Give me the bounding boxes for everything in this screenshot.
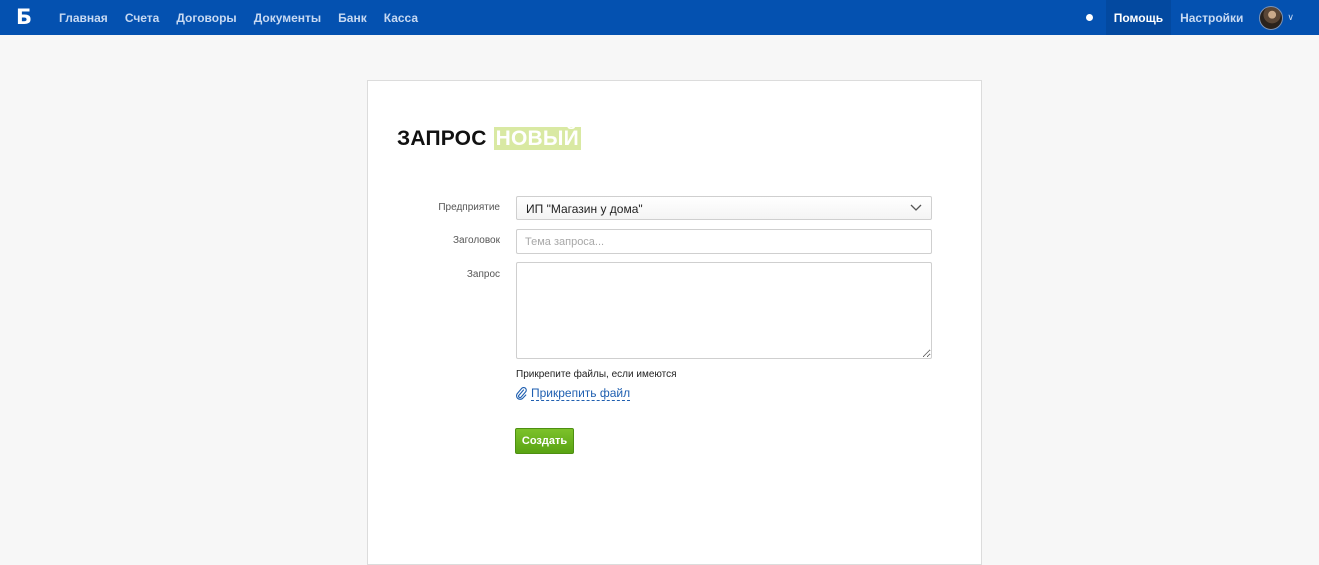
request-label: Запрос — [466, 269, 500, 280]
attach-file-link-label: Прикрепить файл — [531, 386, 631, 401]
avatar[interactable] — [1259, 5, 1284, 30]
status-badge: НОВЫЙ — [493, 127, 581, 150]
page-title-text: ЗАПРОС — [397, 127, 487, 150]
chevron-down-icon[interactable]: ∨ — [1287, 12, 1294, 23]
subject-input[interactable] — [516, 229, 932, 254]
top-navigation-bar: Б Главная Счета Договоры Документы Банк … — [0, 0, 1319, 35]
help-link[interactable]: Помощь — [1105, 0, 1172, 35]
enterprise-select-value: ИП "Магазин у дома" — [526, 202, 643, 216]
page-title: ЗАПРОС НОВЫЙ — [397, 127, 581, 151]
attach-hint: Прикрепите файлы, если имеются — [516, 369, 677, 380]
request-form-card: ЗАПРОС НОВЫЙ Предприятие ИП "Магазин у д… — [367, 80, 982, 565]
chevron-down-icon — [910, 204, 922, 211]
app-logo[interactable]: Б — [0, 0, 50, 35]
nav-item-home[interactable]: Главная — [59, 11, 108, 25]
main-nav: Главная Счета Договоры Документы Банк Ка… — [50, 0, 435, 35]
nav-item-documents[interactable]: Документы — [254, 11, 321, 25]
nav-item-contracts[interactable]: Договоры — [176, 11, 236, 25]
enterprise-select[interactable]: ИП "Магазин у дома" — [516, 196, 932, 220]
nav-item-cash[interactable]: Касса — [384, 11, 418, 25]
nav-item-bank[interactable]: Банк — [338, 11, 367, 25]
attach-file-link[interactable]: Прикрепить файл — [516, 386, 631, 401]
nav-right-group: Помощь Настройки ∨ — [1085, 0, 1319, 35]
settings-link[interactable]: Настройки — [1171, 11, 1259, 25]
create-button[interactable]: Создать — [515, 428, 574, 454]
nav-item-invoices[interactable]: Счета — [125, 11, 160, 25]
status-dot-icon — [1085, 14, 1093, 21]
enterprise-label: Предприятие — [438, 202, 500, 213]
subject-label: Заголовок — [452, 235, 500, 246]
paperclip-icon — [516, 387, 527, 400]
request-textarea[interactable] — [516, 262, 932, 359]
